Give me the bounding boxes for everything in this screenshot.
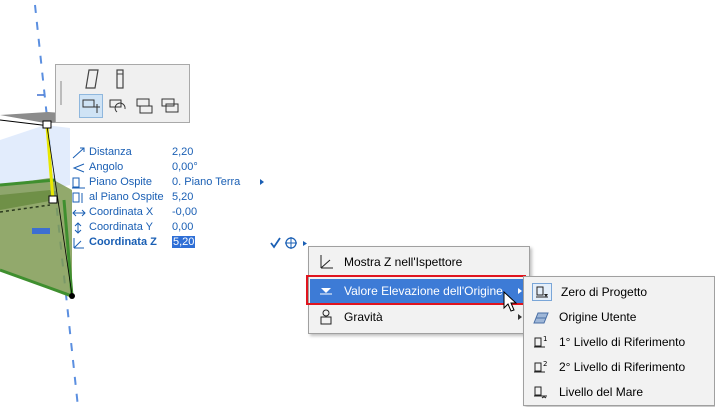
- submenu-item-user-origin[interactable]: Origine Utente: [525, 305, 713, 329]
- menu-item-label: Mostra Z nell'Ispettore: [344, 255, 463, 269]
- tracker-label: Piano Ospite: [89, 176, 152, 188]
- coordinate-z-input[interactable]: 5,20: [172, 236, 196, 248]
- user-origin-icon: [532, 309, 550, 325]
- tracker-row-distance[interactable]: Distanza 2,20: [72, 146, 282, 161]
- rotate-node-icon[interactable]: [106, 94, 130, 118]
- y-axis-icon: [74, 222, 82, 234]
- tracker-label: al Piano Ospite: [89, 191, 164, 203]
- pillar-icon[interactable]: [108, 67, 132, 91]
- offset-edge-icon[interactable]: [132, 94, 156, 118]
- tracker-row-angle[interactable]: Angolo 0,00°: [72, 161, 282, 176]
- gravity-icon: [317, 309, 335, 325]
- menu-item-label: Livello del Mare: [559, 385, 644, 399]
- menu-item-label: 2° Livello di Riferimento: [559, 360, 686, 374]
- tracker-options: [270, 236, 310, 250]
- reference-level-2-icon: 2: [532, 359, 550, 375]
- tracker-row-host-story[interactable]: Piano Ospite 0. Piano Terra: [72, 176, 282, 191]
- tracker-label: Coordinata Y: [89, 221, 154, 233]
- palette-grip[interactable]: [56, 65, 66, 120]
- chevron-right-icon: [303, 241, 307, 246]
- tracker-row-coord-z[interactable]: Coordinata Z 5,20: [72, 236, 282, 251]
- tracker-value[interactable]: -0,00: [172, 206, 197, 218]
- svg-text:1: 1: [543, 335, 547, 343]
- tracker-label: Angolo: [89, 161, 124, 173]
- pet-palette: [55, 64, 190, 123]
- crosshair-icon: [285, 237, 297, 249]
- tracker-label: Coordinata Z: [89, 236, 157, 248]
- menu-item-label: Origine Utente: [559, 310, 637, 324]
- menu-item-label: Zero di Progetto: [561, 285, 648, 299]
- chevron-right-icon[interactable]: [260, 179, 264, 185]
- menu-item-label: 1° Livello di Riferimento: [559, 335, 686, 349]
- story-offset-icon: [72, 192, 83, 203]
- distance-icon: [72, 147, 85, 159]
- menu-item-gravity[interactable]: Gravità: [310, 305, 528, 329]
- submenu-item-reference-level-2[interactable]: 2 2° Livello di Riferimento: [525, 355, 713, 379]
- submenu-item-sea-level[interactable]: Livello del Mare: [525, 380, 713, 404]
- tracker-row-to-host-story[interactable]: al Piano Ospite 5,20: [72, 191, 282, 206]
- parallelogram-icon[interactable]: [80, 67, 104, 91]
- tracker-value[interactable]: 0. Piano Terra: [172, 176, 240, 188]
- tracker-label: Coordinata X: [89, 206, 154, 218]
- angle-icon: [72, 163, 85, 173]
- tracker-row-coord-y[interactable]: Coordinata Y 0,00: [72, 221, 282, 236]
- sea-level-icon: [532, 384, 550, 400]
- story-icon: [72, 177, 85, 189]
- menu-item-show-z-in-info-box[interactable]: Mostra Z nell'Ispettore: [310, 250, 528, 274]
- move-node-icon[interactable]: [79, 94, 103, 118]
- submenu-item-reference-level-1[interactable]: 1 1° Livello di Riferimento: [525, 330, 713, 354]
- tracker-value[interactable]: 2,20: [172, 146, 193, 158]
- project-zero-icon: [532, 283, 552, 301]
- reference-level-1-icon: 1: [532, 334, 550, 350]
- checkmark-icon: [270, 237, 281, 249]
- tracker-label: Distanza: [89, 146, 132, 158]
- submenu-item-project-zero[interactable]: Zero di Progetto: [525, 280, 713, 304]
- tracker-value[interactable]: 0,00: [172, 221, 193, 233]
- mouse-cursor-icon: [503, 291, 518, 312]
- tracker-row-coord-x[interactable]: Coordinata X -0,00: [72, 206, 282, 221]
- origin-elevation-submenu: Zero di Progetto Origine Utente 1 1° Liv…: [523, 276, 715, 406]
- z-axis-icon: [317, 254, 335, 270]
- menu-item-label: Gravità: [344, 310, 383, 324]
- offset-all-edges-icon[interactable]: [158, 94, 182, 118]
- chevron-right-icon: [518, 314, 522, 320]
- z-axis-icon: [73, 238, 84, 249]
- highlight-callout: [306, 275, 526, 305]
- x-axis-icon: [72, 209, 86, 217]
- svg-text:2: 2: [543, 360, 547, 368]
- tracker-value[interactable]: 0,00°: [172, 161, 198, 173]
- tracker-value[interactable]: 5,20: [172, 191, 193, 203]
